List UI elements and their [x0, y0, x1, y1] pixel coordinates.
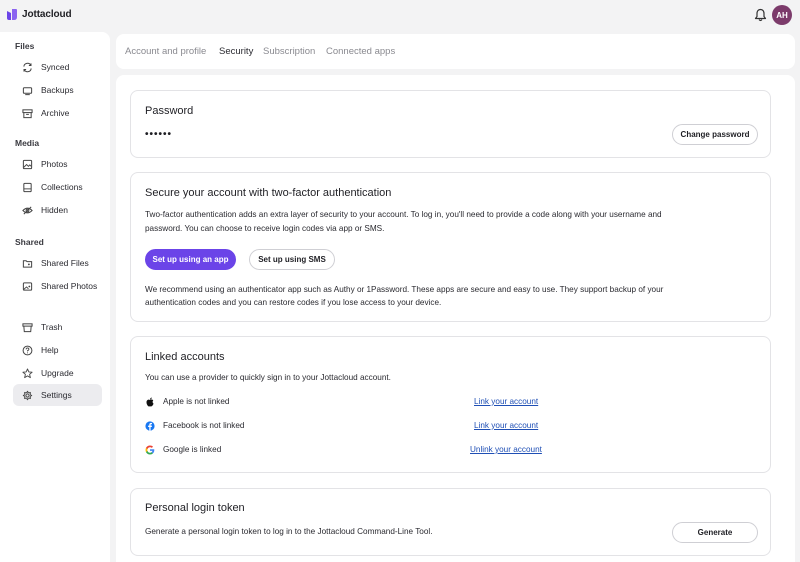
setup-app-button[interactable]: Set up using an app — [145, 249, 236, 270]
star-icon — [22, 367, 33, 378]
sidebar: Files Synced Backups Archive Media Photo… — [0, 32, 110, 562]
two-factor-card: Secure your account with two-factor auth… — [130, 172, 771, 322]
help-icon — [22, 345, 33, 355]
collection-icon — [23, 182, 32, 192]
sidebar-item-photos[interactable]: Photos — [13, 153, 102, 175]
change-password-button[interactable]: Change password — [672, 124, 758, 145]
archive-icon — [22, 108, 33, 118]
two-factor-description-line1: Two-factor authentication adds an extra … — [145, 210, 662, 219]
facebook-icon — [145, 421, 155, 431]
trash-icon — [22, 322, 33, 332]
jottacloud-logo-icon — [7, 9, 17, 20]
two-factor-description-line2: password. You can choose to receive logi… — [145, 224, 385, 233]
folder-shared-icon — [22, 259, 33, 268]
sidebar-item-shared-files[interactable]: Shared Files — [13, 252, 102, 274]
provider-row-google: Google is linked Unlink your account — [145, 444, 565, 458]
hidden-icon — [22, 205, 33, 215]
two-factor-note-line2: authentication codes and you can restore… — [145, 298, 442, 307]
password-title: Password — [145, 105, 194, 117]
login-token-card: Personal login token Generate a personal… — [130, 488, 771, 556]
app-name: Jottacloud — [22, 9, 72, 20]
sync-icon — [23, 62, 32, 72]
sidebar-section-media: Media — [15, 138, 40, 148]
sidebar-item-archive[interactable]: Archive — [13, 102, 102, 124]
tab-connected-apps[interactable]: Connected apps — [326, 46, 395, 57]
setup-sms-button[interactable]: Set up using SMS — [249, 249, 335, 270]
sidebar-item-upgrade[interactable]: Upgrade — [13, 362, 102, 384]
gear-icon — [22, 390, 33, 400]
sidebar-item-settings[interactable]: Settings — [13, 384, 102, 406]
sidebar-item-trash[interactable]: Trash — [13, 316, 102, 338]
photo-icon — [22, 159, 33, 169]
linked-accounts-title: Linked accounts — [145, 351, 225, 363]
sidebar-section-shared: Shared — [15, 237, 44, 247]
photo-shared-icon — [22, 281, 33, 291]
security-content: Password •••••• Change password Secure y… — [116, 75, 795, 562]
masked-password: •••••• — [145, 129, 173, 140]
link-facebook-account[interactable]: Link your account — [474, 421, 538, 430]
sidebar-item-synced[interactable]: Synced — [13, 56, 102, 78]
unlink-google-account[interactable]: Unlink your account — [470, 445, 542, 454]
login-token-description: Generate a personal login token to log i… — [145, 527, 433, 536]
two-factor-note-line1: We recommend using an authenticator app … — [145, 285, 664, 294]
settings-tabs: Account and profile Security Subscriptio… — [116, 34, 795, 69]
provider-row-apple: Apple is not linked Link your account — [145, 396, 565, 410]
sidebar-item-backups[interactable]: Backups — [13, 79, 102, 101]
linked-accounts-description: You can use a provider to quickly sign i… — [145, 373, 391, 382]
tab-account-and-profile[interactable]: Account and profile — [125, 46, 206, 57]
provider-row-facebook: Facebook is not linked Link your account — [145, 420, 565, 434]
login-token-title: Personal login token — [145, 502, 245, 514]
notifications-bell-icon[interactable] — [754, 8, 767, 22]
password-card: Password •••••• Change password — [130, 90, 771, 158]
apple-icon — [146, 397, 154, 407]
sidebar-item-hidden[interactable]: Hidden — [13, 199, 102, 221]
linked-accounts-card: Linked accounts You can use a provider t… — [130, 336, 771, 473]
link-apple-account[interactable]: Link your account — [474, 397, 538, 406]
sidebar-section-files: Files — [15, 41, 35, 51]
top-bar: Jottacloud AH — [0, 0, 800, 32]
sidebar-item-help[interactable]: Help — [13, 339, 102, 361]
sidebar-item-collections[interactable]: Collections — [13, 176, 102, 198]
two-factor-title: Secure your account with two-factor auth… — [145, 187, 392, 199]
backup-icon — [22, 86, 33, 95]
generate-token-button[interactable]: Generate — [672, 522, 758, 543]
app-logo[interactable]: Jottacloud — [6, 8, 72, 21]
google-icon — [145, 445, 155, 455]
sidebar-item-shared-photos[interactable]: Shared Photos — [13, 275, 102, 297]
tab-subscription[interactable]: Subscription — [263, 46, 315, 57]
tab-security[interactable]: Security — [219, 46, 253, 57]
user-avatar[interactable]: AH — [772, 5, 792, 25]
